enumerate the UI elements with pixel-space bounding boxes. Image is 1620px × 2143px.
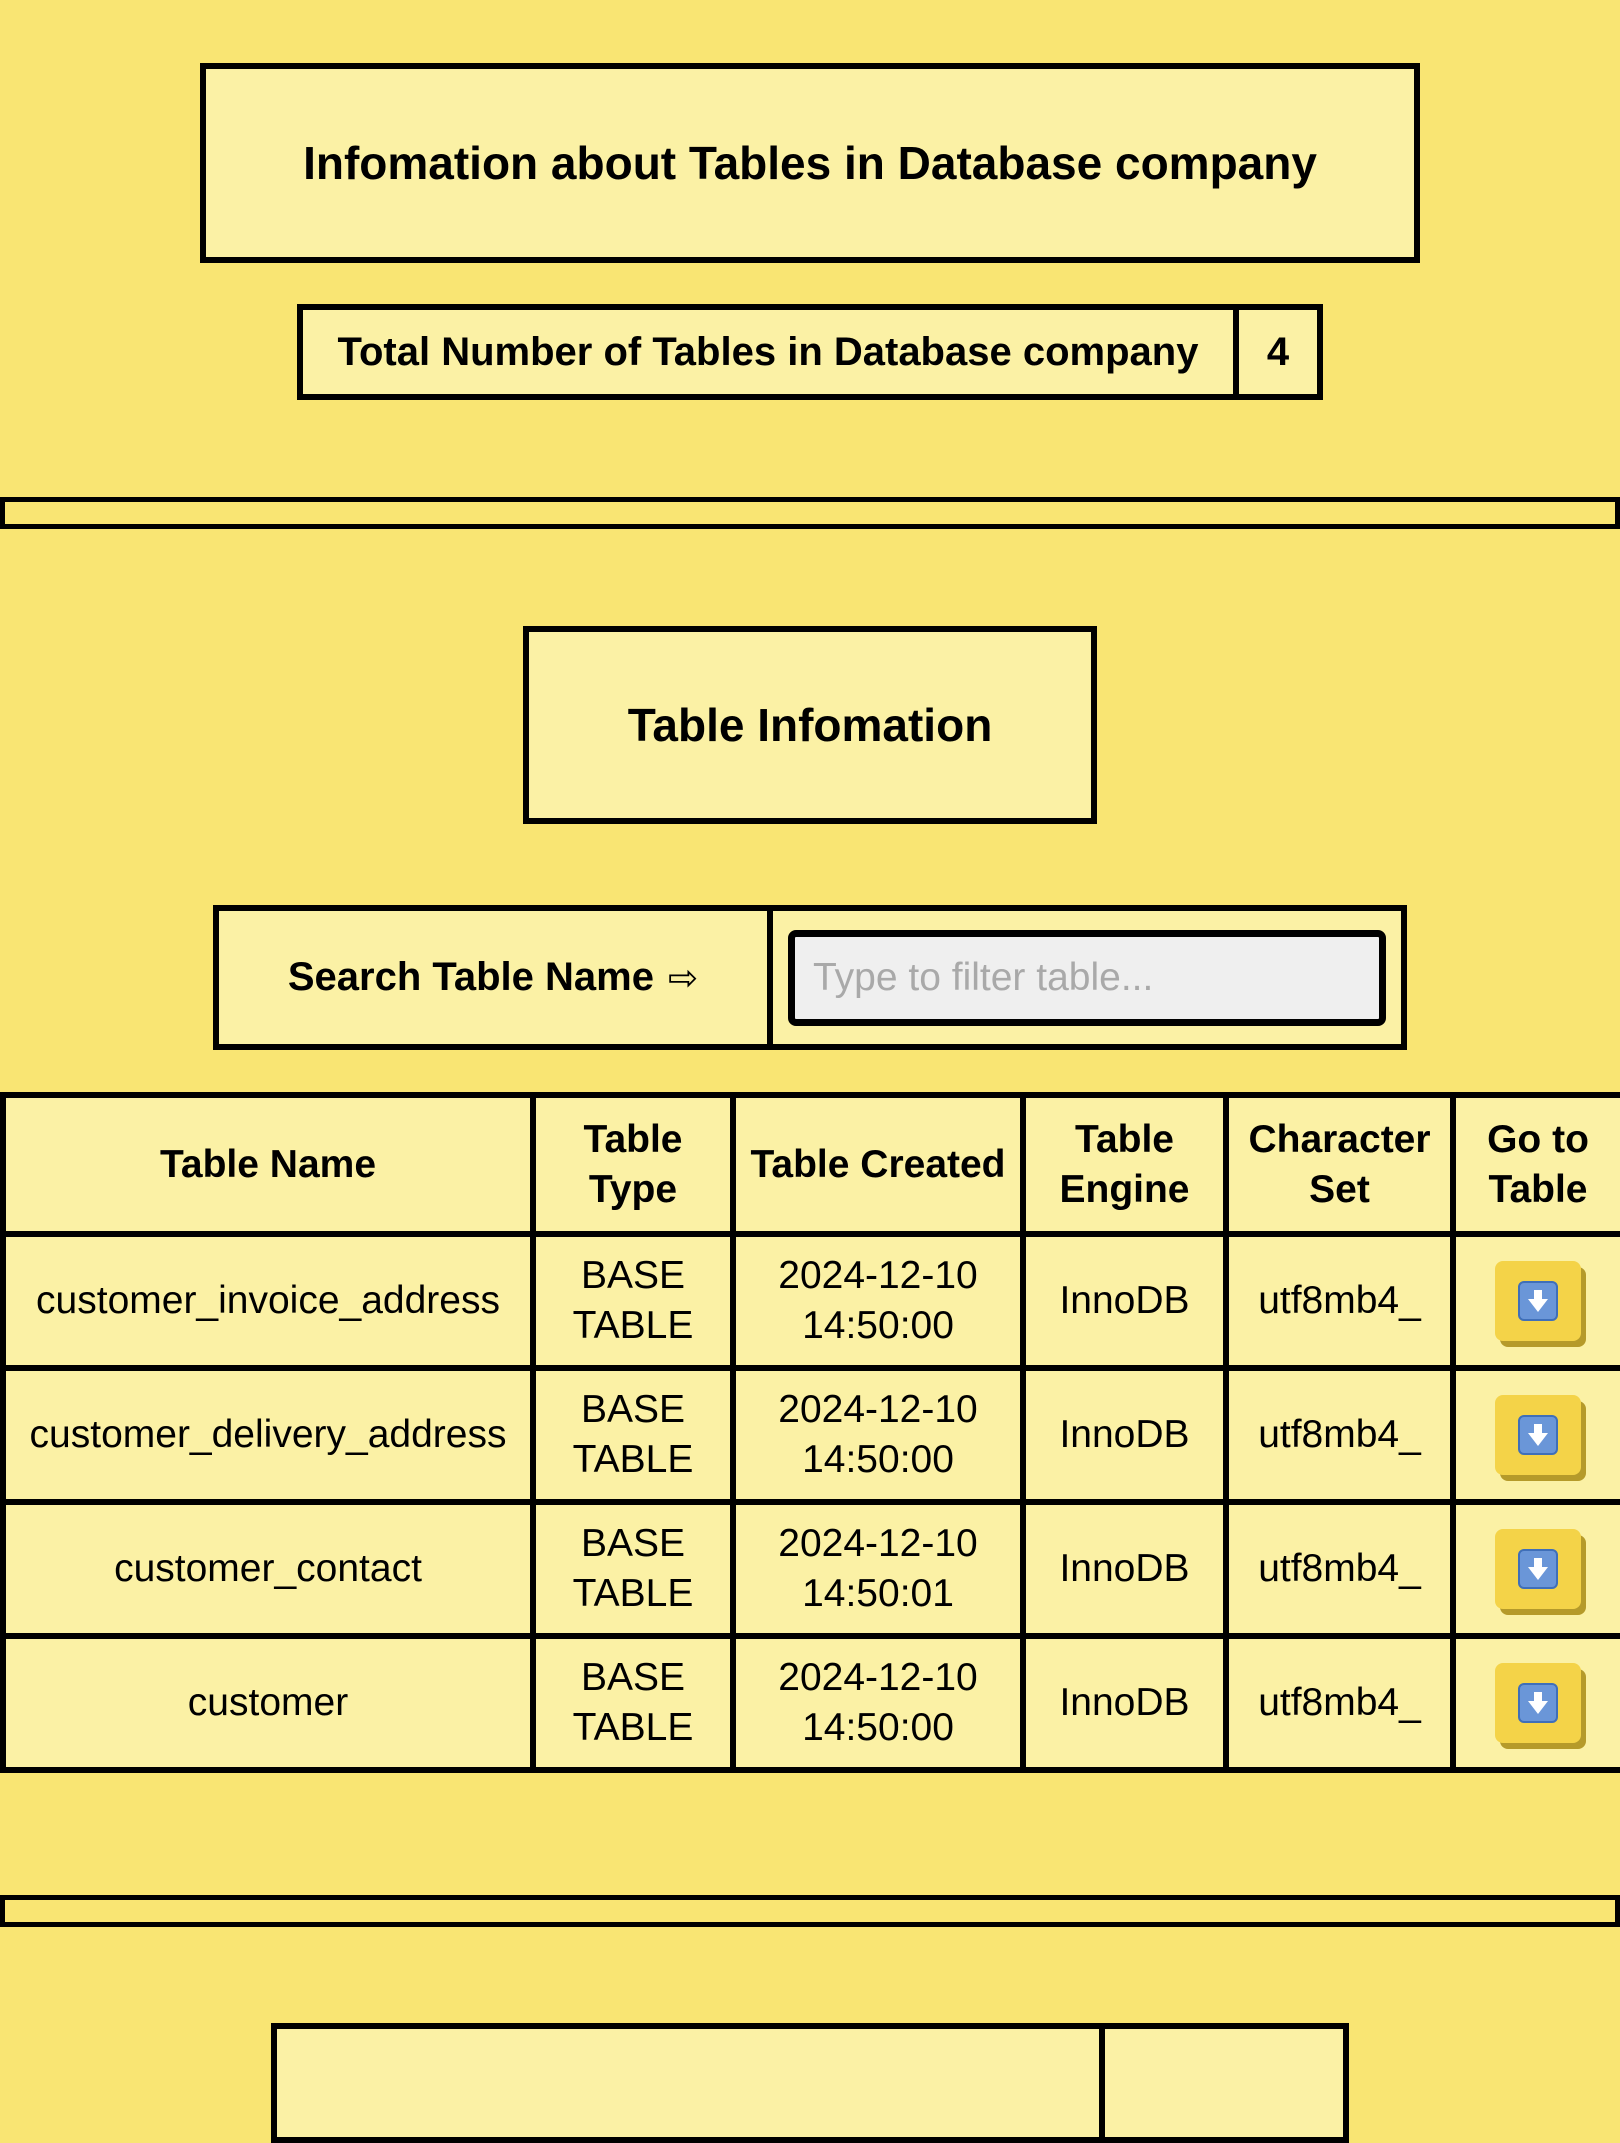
cell-table-created: 2024-12-10 14:50:00 bbox=[730, 1365, 1026, 1505]
cell-table-name: customer_invoice_address bbox=[0, 1231, 536, 1371]
total-tables-label: Total Number of Tables in Database compa… bbox=[303, 310, 1239, 394]
cell-table-engine: InnoDB bbox=[1020, 1365, 1229, 1505]
down-arrow-icon bbox=[1518, 1415, 1558, 1455]
tables-table: Table Name Table Type Table Created Tabl… bbox=[0, 1092, 1620, 1773]
table-row: customer_contact BASE TABLE 2024-12-10 1… bbox=[0, 1499, 1620, 1639]
header-table-engine[interactable]: Table Engine bbox=[1020, 1092, 1229, 1237]
cell-table-type: BASE TABLE bbox=[530, 1231, 736, 1371]
cell-character-set: utf8mb4_ bbox=[1223, 1365, 1456, 1505]
footer-box-left bbox=[277, 2029, 1105, 2137]
divider-bottom bbox=[0, 1895, 1620, 1927]
table-header-row: Table Name Table Type Table Created Tabl… bbox=[0, 1092, 1620, 1237]
cell-table-type: BASE TABLE bbox=[530, 1499, 736, 1639]
header-table-name[interactable]: Table Name bbox=[0, 1092, 536, 1237]
total-tables-box: Total Number of Tables in Database compa… bbox=[297, 304, 1323, 400]
cell-table-created: 2024-12-10 14:50:00 bbox=[730, 1231, 1026, 1371]
table-row: customer_invoice_address BASE TABLE 2024… bbox=[0, 1231, 1620, 1371]
divider-top bbox=[0, 497, 1620, 529]
footer-box bbox=[271, 2023, 1349, 2143]
cell-table-engine: InnoDB bbox=[1020, 1499, 1229, 1639]
cell-table-engine: InnoDB bbox=[1020, 1633, 1229, 1773]
search-label: Search Table Name ⇨ bbox=[219, 911, 773, 1044]
cell-table-engine: InnoDB bbox=[1020, 1231, 1229, 1371]
go-to-table-button[interactable] bbox=[1495, 1663, 1581, 1743]
cell-character-set: utf8mb4_ bbox=[1223, 1499, 1456, 1639]
cell-table-type: BASE TABLE bbox=[530, 1365, 736, 1505]
cell-table-created: 2024-12-10 14:50:00 bbox=[730, 1633, 1026, 1773]
cell-go-to-table bbox=[1450, 1499, 1620, 1639]
page-title-text: Infomation about Tables in Database comp… bbox=[303, 137, 1317, 189]
total-tables-value: 4 bbox=[1266, 329, 1290, 374]
footer-box-right bbox=[1105, 2029, 1343, 2137]
header-character-set[interactable]: Character Set bbox=[1223, 1092, 1456, 1237]
cell-table-created: 2024-12-10 14:50:01 bbox=[730, 1499, 1026, 1639]
cell-go-to-table bbox=[1450, 1231, 1620, 1371]
cell-table-name: customer_contact bbox=[0, 1499, 536, 1639]
search-box: Search Table Name ⇨ bbox=[213, 905, 1407, 1050]
go-to-table-button[interactable] bbox=[1495, 1261, 1581, 1341]
search-label-text: Search Table Name bbox=[287, 955, 654, 999]
cell-character-set: utf8mb4_ bbox=[1223, 1633, 1456, 1773]
go-to-table-button[interactable] bbox=[1495, 1529, 1581, 1609]
search-input[interactable] bbox=[788, 929, 1386, 1026]
cell-table-type: BASE TABLE bbox=[530, 1633, 736, 1773]
search-input-wrap bbox=[773, 911, 1401, 1044]
header-table-type[interactable]: Table Type bbox=[530, 1092, 736, 1237]
header-go-to-table: Go to Table bbox=[1450, 1092, 1620, 1237]
go-to-table-button[interactable] bbox=[1495, 1395, 1581, 1475]
cell-character-set: utf8mb4_ bbox=[1223, 1231, 1456, 1371]
header-table-created[interactable]: Table Created bbox=[730, 1092, 1026, 1237]
table-row: customer BASE TABLE 2024-12-10 14:50:00 … bbox=[0, 1633, 1620, 1773]
cell-table-name: customer_delivery_address bbox=[0, 1365, 536, 1505]
page-title: Infomation about Tables in Database comp… bbox=[200, 63, 1420, 263]
down-arrow-icon bbox=[1518, 1683, 1558, 1723]
cell-go-to-table bbox=[1450, 1633, 1620, 1773]
down-arrow-icon bbox=[1518, 1281, 1558, 1321]
cell-go-to-table bbox=[1450, 1365, 1620, 1505]
down-arrow-icon bbox=[1518, 1549, 1558, 1589]
right-arrow-icon: ⇨ bbox=[667, 956, 699, 998]
section-title: Table Infomation bbox=[523, 626, 1097, 824]
section-title-text: Table Infomation bbox=[627, 699, 993, 751]
table-row: customer_delivery_address BASE TABLE 202… bbox=[0, 1365, 1620, 1505]
cell-table-name: customer bbox=[0, 1633, 536, 1773]
